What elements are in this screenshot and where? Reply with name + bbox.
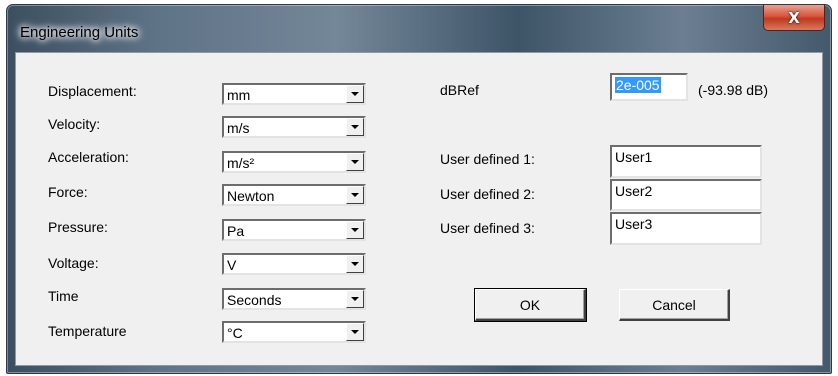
temperature-select[interactable]: °C <box>222 321 366 343</box>
dbref-db-readout: (-93.98 dB) <box>698 82 769 98</box>
user-defined-3-label: User defined 3: <box>440 220 535 236</box>
force-select[interactable]: Newton <box>222 184 366 206</box>
chevron-down-icon[interactable] <box>346 118 364 136</box>
dialog-client-area: Displacement: mm Velocity: m/s Accelerat… <box>15 52 823 366</box>
chevron-down-icon[interactable] <box>346 290 364 308</box>
chevron-down-icon[interactable] <box>346 186 364 204</box>
temperature-label: Temperature <box>48 323 127 339</box>
cancel-button[interactable]: Cancel <box>619 289 730 321</box>
chevron-down-icon[interactable] <box>346 153 364 171</box>
chevron-down-icon[interactable] <box>346 221 364 239</box>
displacement-value: mm <box>227 87 251 103</box>
window-title: Engineering Units <box>20 24 139 41</box>
user-defined-1-value: User1 <box>615 149 653 165</box>
dbref-value: 2e-005 <box>615 77 661 93</box>
dbref-label: dBRef <box>440 82 479 98</box>
time-select[interactable]: Seconds <box>222 288 366 310</box>
force-label: Force: <box>48 184 88 200</box>
user-defined-2-label: User defined 2: <box>440 186 535 202</box>
ok-button[interactable]: OK <box>474 288 587 322</box>
pressure-select[interactable]: Pa <box>222 219 366 241</box>
user-defined-2-input[interactable]: User2 <box>610 179 762 211</box>
pressure-value: Pa <box>227 223 245 239</box>
dbref-input[interactable]: 2e-005 <box>610 73 688 101</box>
user-defined-3-value: User3 <box>615 216 653 232</box>
velocity-select[interactable]: m/s <box>222 116 366 138</box>
acceleration-value: m/s² <box>227 155 255 171</box>
close-icon: X <box>788 8 800 27</box>
title-bar[interactable]: Engineering Units X <box>7 5 831 53</box>
voltage-select[interactable]: V <box>222 253 366 275</box>
time-label: Time <box>48 288 79 304</box>
displacement-select[interactable]: mm <box>222 83 366 105</box>
user-defined-2-value: User2 <box>615 183 653 199</box>
velocity-label: Velocity: <box>48 116 101 132</box>
chevron-down-icon[interactable] <box>346 255 364 273</box>
acceleration-select[interactable]: m/s² <box>222 151 366 173</box>
user-defined-3-input[interactable]: User3 <box>610 212 762 245</box>
dialog-window: Engineering Units X Displacement: mm Vel… <box>6 4 832 374</box>
close-button[interactable]: X <box>763 5 825 31</box>
chevron-down-icon[interactable] <box>346 323 364 341</box>
chevron-down-icon[interactable] <box>346 85 364 103</box>
voltage-label: Voltage: <box>48 255 99 271</box>
user-defined-1-label: User defined 1: <box>440 151 535 167</box>
velocity-value: m/s <box>227 120 250 136</box>
voltage-value: V <box>227 257 237 273</box>
temperature-value: °C <box>227 325 243 341</box>
force-value: Newton <box>227 188 275 204</box>
acceleration-label: Acceleration: <box>48 149 129 165</box>
user-defined-1-input[interactable]: User1 <box>610 145 762 178</box>
displacement-label: Displacement: <box>48 83 137 99</box>
pressure-label: Pressure: <box>48 219 108 235</box>
time-value: Seconds <box>227 292 282 308</box>
